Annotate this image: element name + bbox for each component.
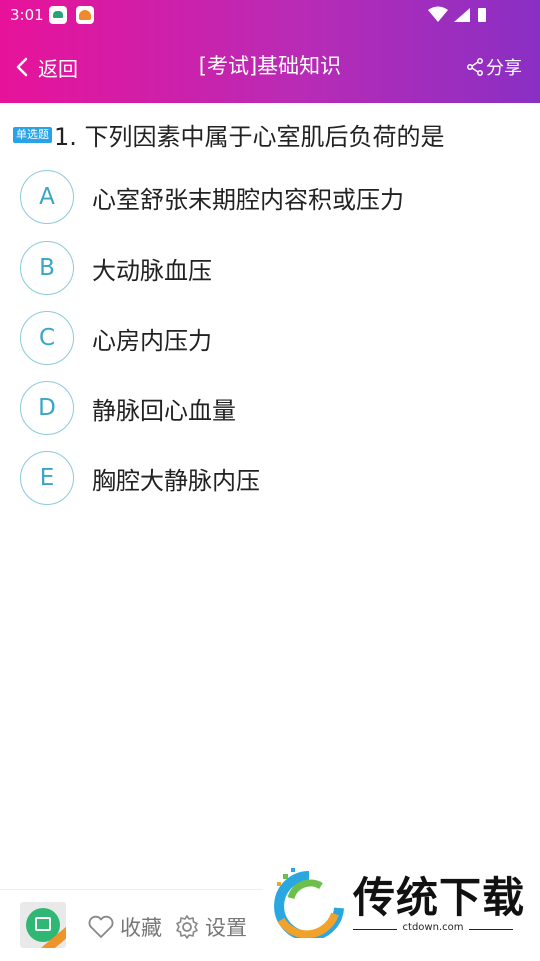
option-a[interactable]: A 心室舒张末期腔内容积或压力 [20, 168, 520, 226]
question-text: 1. 下列因素中属于心室肌后负荷的是 [54, 123, 445, 151]
settings-label: 设置 [205, 916, 247, 940]
share-label: 分享 [486, 58, 522, 79]
page-title: [考试]基础知识 [198, 54, 342, 78]
share-button[interactable]: 分享 [467, 52, 522, 82]
status-bar: 3:01 [0, 0, 540, 30]
battery-icon [478, 8, 486, 22]
favorite-label: 收藏 [120, 916, 162, 940]
option-text: 心房内压力 [92, 326, 212, 355]
option-e[interactable]: E 胸腔大静脉内压 [20, 449, 520, 507]
gear-icon [176, 915, 198, 939]
watermark-logo-icon [274, 868, 344, 938]
option-text: 静脉回心血量 [92, 396, 236, 425]
option-b[interactable]: B 大动脉血压 [20, 239, 520, 297]
option-text: 心室舒张末期腔内容积或压力 [92, 185, 404, 214]
nav-bar: 返回 [考试]基础知识 分享 [0, 30, 540, 103]
heart-icon [88, 915, 114, 938]
question-type-badge: 单选题 [13, 126, 52, 143]
watermark-url: ctdown.com [353, 922, 513, 933]
option-letter: C [20, 311, 74, 365]
settings-button[interactable]: 设置 [174, 912, 247, 942]
notification-app-icon [49, 6, 67, 24]
wifi-icon [428, 6, 448, 22]
option-letter: D [20, 381, 74, 435]
option-letter: A [20, 170, 74, 224]
share-icon [467, 58, 483, 76]
watermark-title: 传统下载 [353, 873, 526, 922]
option-letter: B [20, 241, 74, 295]
option-text: 大动脉血压 [92, 256, 212, 285]
question-stem: 单选题 1. 下列因素中属于心室肌后负荷的是 [13, 117, 528, 152]
option-d[interactable]: D 静脉回心血量 [20, 379, 520, 437]
option-text: 胸腔大静脉内压 [92, 466, 260, 495]
status-icons [428, 6, 486, 22]
notification-heart-icon [76, 6, 94, 24]
favorite-button[interactable]: 收藏 [87, 912, 162, 942]
option-c[interactable]: C 心房内压力 [20, 309, 520, 367]
watermark: 传统下载 ctdown.com [263, 860, 540, 960]
app-logo [20, 902, 66, 948]
signal-icon [454, 8, 470, 22]
status-time: 3:01 [10, 6, 44, 24]
option-letter: E [20, 451, 74, 505]
app-header: 3:01 返回 [考试]基础知识 分享 [0, 0, 540, 103]
